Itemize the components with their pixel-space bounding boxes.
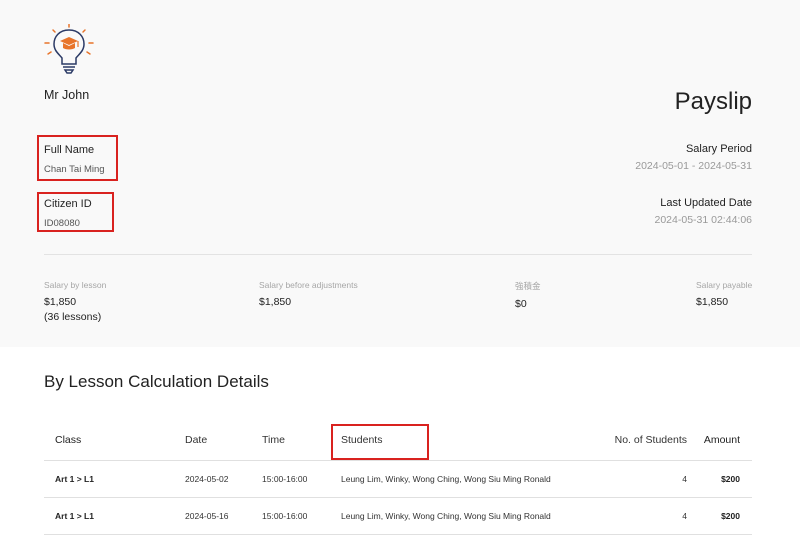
table-row: Art 1 > L1 2024-05-16 15:00-16:00 Leung … (44, 497, 752, 535)
cell-no-of-students: 4 (596, 460, 687, 498)
lightbulb-logo-icon (44, 23, 94, 76)
last-updated-label: Last Updated Date (660, 197, 752, 209)
salary-by-lesson-value: $1,850 (44, 296, 77, 308)
section-title: By Lesson Calculation Details (44, 372, 269, 391)
cell-class: Art 1 > L1 (44, 460, 185, 498)
cell-amount: $200 (687, 497, 752, 535)
mpf-value: $0 (515, 298, 527, 310)
company-name: Mr John (44, 88, 90, 102)
column-header-amount[interactable]: Amount (687, 420, 752, 461)
cell-time: 15:00-16:00 (262, 497, 341, 535)
mpf-label: 強積金 (515, 281, 541, 291)
cell-amount: $200 (687, 460, 752, 498)
salary-payable-summary: Salary payable $1,850 (696, 280, 752, 309)
salary-by-lesson-summary: Salary by lesson $1,850 (36 lessons) (44, 280, 106, 324)
page-title: Payslip (674, 88, 752, 115)
salary-before-adjustments-label: Salary before adjustments (259, 280, 358, 290)
payslip-header-panel: Mr John Payslip Full Name Chan Tai Ming … (0, 0, 800, 347)
salary-payable-label: Salary payable (696, 280, 753, 290)
table-row: Art 1 > L1 2024-05-02 15:00-16:00 Leung … (44, 460, 752, 498)
salary-payable-value: $1,850 (696, 296, 729, 308)
last-updated-field: Last Updated Date 2024-05-31 02:44:06 (655, 197, 753, 226)
full-name-highlight-box (37, 135, 118, 181)
cell-students: Leung Lim, Winky, Wong Ching, Wong Siu M… (341, 497, 596, 535)
cell-time: 15:00-16:00 (262, 460, 341, 498)
salary-by-lesson-note: (36 lessons) (44, 311, 102, 323)
cell-class: Art 1 > L1 (44, 497, 185, 535)
cell-date: 2024-05-16 (185, 497, 262, 535)
cell-date: 2024-05-02 (185, 460, 262, 498)
salary-period-field: Salary Period 2024-05-01 - 2024-05-31 (635, 143, 752, 172)
salary-period-label: Salary Period (685, 143, 752, 155)
cell-no-of-students: 4 (596, 497, 687, 535)
salary-before-adjustments-value: $1,850 (259, 296, 292, 308)
header-divider (44, 254, 752, 255)
column-header-class[interactable]: Class (44, 420, 185, 461)
column-header-time[interactable]: Time (262, 420, 341, 461)
salary-period-value: 2024-05-01 - 2024-05-31 (635, 160, 752, 172)
students-column-highlight-box (331, 424, 429, 460)
salary-before-adjustments-summary: Salary before adjustments $1,850 (259, 280, 358, 309)
last-updated-value: 2024-05-31 02:44:06 (654, 214, 753, 226)
mpf-summary: 強積金 $0 (515, 280, 541, 311)
cell-students: Leung Lim, Winky, Wong Ching, Wong Siu M… (341, 460, 596, 498)
column-header-no-of-students[interactable]: No. of Students (596, 420, 687, 461)
salary-by-lesson-label: Salary by lesson (44, 280, 107, 290)
citizen-id-highlight-box (37, 192, 114, 232)
column-header-date[interactable]: Date (185, 420, 262, 461)
